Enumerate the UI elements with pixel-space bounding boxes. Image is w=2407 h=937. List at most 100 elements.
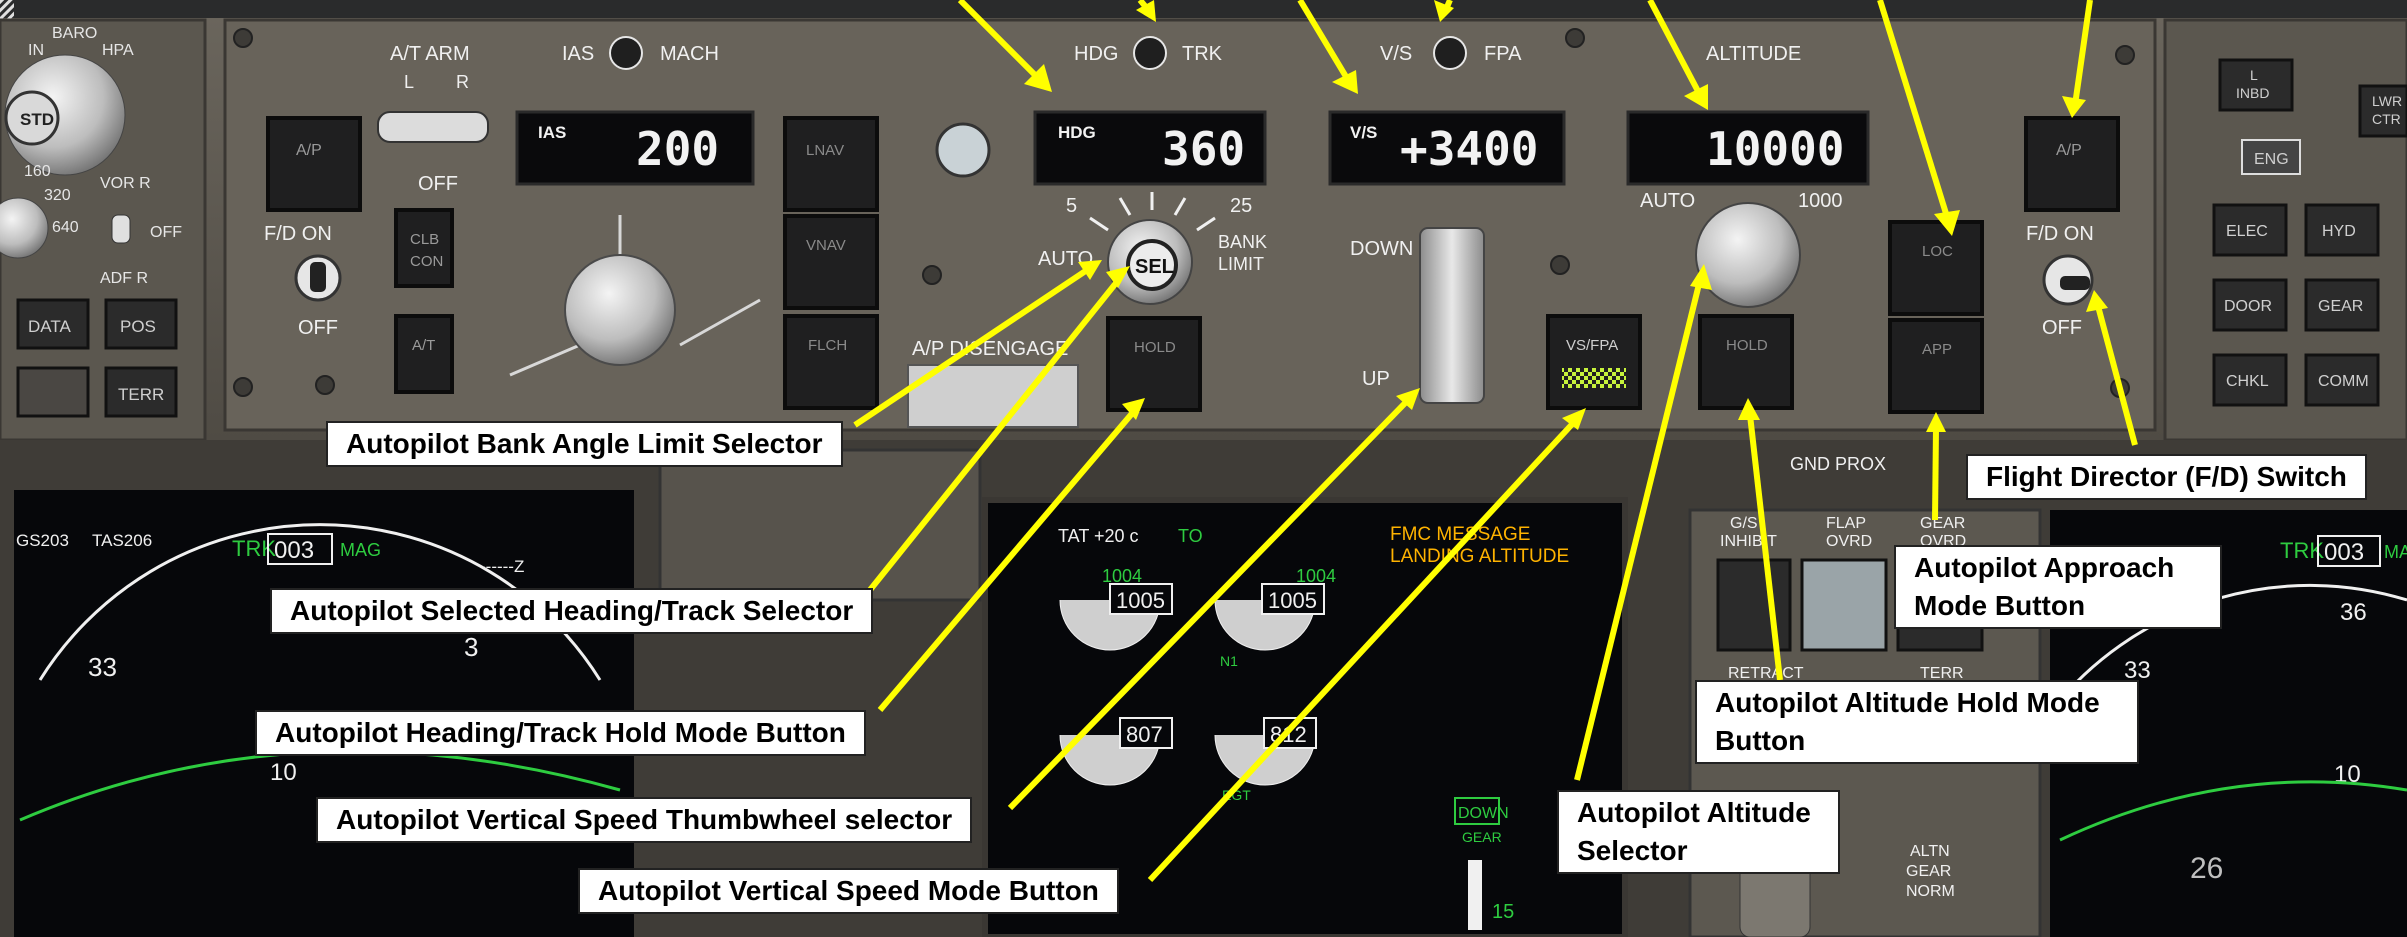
ias-value: 200 (636, 122, 719, 176)
fd-on-right-label: F/D ON (2026, 223, 2094, 245)
n1-right-value: 1005 (1268, 588, 1317, 613)
trk-left: TRK (232, 536, 276, 561)
ground-speed: GS203 (16, 531, 69, 550)
eng-label: ENG (2254, 151, 2289, 168)
loc-button[interactable] (1888, 220, 1984, 316)
ap-left-label: A/P (296, 142, 322, 159)
trk-label: TRK (1182, 43, 1223, 65)
gear-label: GEAR (2318, 298, 2363, 315)
nd-right-36: 36 (2340, 599, 2367, 626)
hyd-label: HYD (2322, 223, 2356, 240)
inbd-label: INBD (2236, 85, 2269, 101)
fd-off-left-label: OFF (298, 317, 338, 339)
at-off-label: OFF (418, 173, 458, 195)
vs-down-label: DOWN (1350, 238, 1413, 260)
flap-ovrd-label-1: FLAP (1826, 515, 1866, 532)
hdg-hold-button[interactable] (1106, 316, 1202, 412)
landing-altitude-msg: LANDING ALTITUDE (1390, 546, 1569, 567)
alt-hold-label: HOLD (1726, 337, 1768, 354)
vs-label: V/S (1380, 43, 1412, 65)
flap-ovrd-button[interactable] (1800, 558, 1888, 652)
at-arm-label: A/T ARM (390, 43, 470, 65)
gear-indicator-label: GEAR (1462, 829, 1502, 845)
alt-value: 10000 (1706, 122, 1844, 176)
gear-down-indicator: DOWN (1458, 805, 1509, 822)
ap-right-button[interactable] (2024, 116, 2120, 212)
altn-gear-label: GEAR (1906, 863, 1951, 880)
range-640: 640 (52, 219, 79, 236)
ctr-label: CTR (2372, 111, 2401, 127)
door-label: DOOR (2224, 298, 2272, 315)
at-r-label: R (456, 72, 469, 92)
label-heading-hold-button: Autopilot Heading/Track Hold Mode Button (255, 710, 866, 756)
hdg-hold-label: HOLD (1134, 339, 1176, 356)
indicator-light (935, 122, 991, 178)
label-heading-track-selector: Autopilot Selected Heading/Track Selecto… (270, 588, 874, 634)
con-label: CON (410, 253, 443, 270)
egt-left-value: 807 (1126, 722, 1163, 747)
hdg-trk-button[interactable] (1133, 36, 1167, 70)
in-label: IN (28, 42, 44, 59)
vsfpa-button[interactable] (1546, 314, 1642, 410)
label-vs-thumbwheel: Autopilot Vertical Speed Thumbwheel sele… (316, 797, 973, 843)
mag-right: MA (2384, 542, 2407, 562)
app-button[interactable] (1888, 318, 1984, 414)
gs-inhibit-label-1: G/S (1730, 515, 1758, 532)
vs-thumbwheel[interactable] (1419, 227, 1485, 404)
label-vs-mode-button: Autopilot Vertical Speed Mode Button (578, 868, 1119, 914)
nd-dashes: ------Z (480, 557, 524, 576)
altitude-label: ALTITUDE (1706, 43, 1801, 65)
ap-left-button[interactable] (266, 116, 362, 212)
n1-left-value: 1005 (1116, 588, 1165, 613)
range-320: 320 (44, 187, 71, 204)
alt-hold-button[interactable] (1698, 314, 1794, 410)
label-approach-mode-button: Autopilot Approach Mode Button (1894, 545, 2222, 629)
vnav-label: VNAV (806, 237, 846, 254)
hdg-label: HDG (1074, 43, 1118, 65)
hpa-label: HPA (102, 42, 134, 59)
label-altitude-hold-button: Autopilot Altitude Hold Mode Button (1695, 680, 2139, 764)
elec-label: ELEC (2226, 223, 2268, 240)
at-label: A/T (412, 337, 435, 354)
range-160: 160 (24, 163, 51, 180)
sel-label: SEL (1135, 256, 1174, 278)
bank-label: BANK (1218, 232, 1267, 252)
vnav-button[interactable] (783, 214, 879, 310)
lnav-label: LNAV (806, 142, 844, 159)
flap-indicator (1468, 860, 1482, 930)
label-bank-angle-limit-selector: Autopilot Bank Angle Limit Selector (326, 421, 843, 467)
label-altitude-selector: Autopilot Altitude Selector (1557, 790, 1840, 874)
nd-heading-33: 33 (88, 652, 117, 682)
gs-inhibit-button[interactable] (1716, 558, 1792, 652)
altitude-selector[interactable] (1695, 202, 1801, 308)
vsfpa-active-indicator (1562, 368, 1626, 388)
ap-disengage-label: A/P DISENGAGE (912, 338, 1068, 360)
vs-fpa-toggle[interactable] (1433, 36, 1467, 70)
flch-button[interactable] (783, 314, 879, 410)
at-button[interactable] (394, 314, 454, 394)
app-label: APP (1922, 341, 1952, 358)
speed-knob[interactable] (564, 254, 676, 366)
vor-r-switch[interactable] (111, 214, 131, 244)
trk-value-right: 003 (2324, 539, 2364, 566)
clb-con-button[interactable] (394, 208, 454, 288)
mag-left: MAG (340, 540, 381, 560)
ias-mach-button[interactable] (609, 36, 643, 70)
label-fd-switch: Flight Director (F/D) Switch (1966, 454, 2367, 500)
n1-label: N1 (1220, 653, 1238, 669)
gnd-prox-label: GND PROX (1790, 454, 1886, 474)
vor-r-label: VOR R (100, 175, 151, 192)
flaps-value: 15 (1492, 901, 1514, 923)
fd-on-left-label: F/D ON (264, 223, 332, 245)
baro-label: BARO (52, 25, 97, 42)
clb-label: CLB (410, 231, 439, 248)
lnav-button[interactable] (783, 116, 879, 212)
bank-25-label: 25 (1230, 195, 1252, 217)
blank-button[interactable] (16, 366, 90, 418)
chkl-label: CHKL (2226, 373, 2269, 390)
pos-label: POS (120, 317, 156, 336)
fd-off-right-label: OFF (2042, 317, 2082, 339)
screenshot-stage: BARO IN HPA STD 160 320 640 VOR R OFF AD… (0, 0, 2407, 937)
fpa-label: FPA (1484, 43, 1522, 65)
at-arm-switches[interactable] (377, 111, 489, 143)
